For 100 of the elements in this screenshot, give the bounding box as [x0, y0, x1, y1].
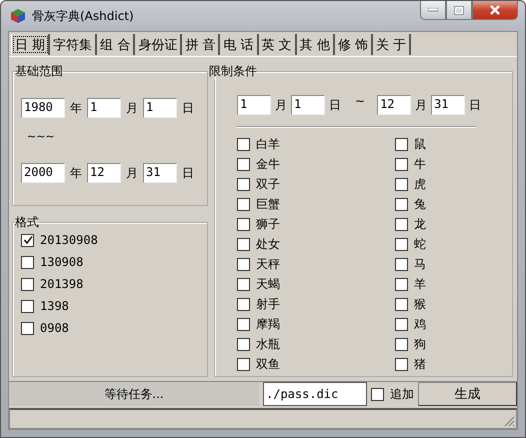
checkbox[interactable]	[395, 278, 408, 291]
checkbox-label: 20130908	[40, 233, 98, 247]
group-title: 格式	[15, 214, 39, 231]
checkbox-label: 巨蟹	[256, 196, 280, 213]
checkbox[interactable]	[237, 238, 250, 251]
minimize-icon	[428, 8, 438, 12]
checkbox[interactable]	[395, 318, 408, 331]
checkbox[interactable]	[395, 198, 408, 211]
checkbox-label: 鼠	[414, 136, 426, 153]
unit-label: 月	[126, 164, 138, 182]
file-path-field[interactable]: ./pass.dic	[263, 382, 367, 406]
cube-icon	[10, 8, 26, 24]
checkbox-label: 1398	[40, 299, 69, 313]
unit-label: 年	[70, 164, 82, 182]
tab[interactable]: 组 合	[97, 34, 136, 55]
checkbox-label: 猴	[414, 296, 426, 313]
input-field[interactable]: 31	[431, 95, 466, 115]
input-field[interactable]: 1	[143, 98, 177, 118]
checkbox-label: 马	[414, 256, 426, 273]
tab[interactable]: 字符集	[50, 34, 98, 55]
checkbox[interactable]	[395, 258, 408, 271]
unit-label: 年	[70, 100, 82, 116]
checkbox-label: 天秤	[256, 256, 280, 273]
checkbox[interactable]	[237, 158, 250, 171]
range-separator: ~~~	[27, 130, 56, 143]
unit-label: 月	[275, 96, 287, 114]
checkbox[interactable]	[237, 358, 250, 371]
checkbox[interactable]	[21, 278, 34, 290]
checkbox[interactable]	[21, 322, 34, 334]
generate-button[interactable]: 生成	[418, 382, 517, 406]
close-button[interactable]	[472, 1, 518, 20]
checkbox[interactable]	[237, 178, 250, 191]
checkbox[interactable]	[237, 218, 250, 231]
checkbox-label: 虎	[414, 176, 426, 193]
unit-label: 日	[182, 164, 194, 182]
checkbox-label: 牛	[414, 156, 426, 173]
input-field[interactable]: 1	[87, 98, 121, 118]
checkbox[interactable]	[395, 158, 408, 171]
input-field[interactable]: 12	[87, 163, 121, 183]
checkbox[interactable]	[395, 138, 408, 151]
tab[interactable]: 其 他	[296, 34, 335, 55]
checkbox-label: 水瓶	[256, 336, 280, 353]
checkbox[interactable]	[21, 300, 34, 312]
checkbox[interactable]	[395, 218, 408, 231]
checkbox[interactable]	[395, 238, 408, 251]
checkbox-label: 蛇	[414, 236, 426, 253]
unit-label: 日	[329, 96, 341, 114]
input-field[interactable]: 1	[291, 95, 325, 115]
minimize-button[interactable]	[420, 1, 446, 20]
checkbox-label: 0908	[40, 321, 69, 335]
checkbox-label: 双鱼	[256, 356, 280, 373]
checkbox-label: 狮子	[256, 216, 280, 233]
checkbox-label: 天蝎	[256, 276, 280, 293]
checkbox-label: 金牛	[256, 156, 280, 173]
checkbox-label: 射手	[256, 296, 280, 313]
input-field[interactable]: 1	[237, 95, 271, 115]
maximize-button[interactable]	[446, 1, 472, 20]
input-field[interactable]: 2000	[21, 163, 65, 183]
checkbox[interactable]	[395, 298, 408, 311]
checkbox-label: 兔	[414, 196, 426, 213]
checkbox[interactable]	[237, 138, 250, 151]
input-field[interactable]: 1980	[21, 98, 65, 118]
input-field[interactable]: 31	[143, 163, 177, 183]
group-title: 基础范围	[15, 63, 63, 80]
input-field[interactable]: 12	[377, 95, 412, 115]
checkbox-label: 双子	[256, 176, 280, 193]
checkbox-label: 龙	[414, 216, 426, 233]
checkbox-label: 201398	[40, 277, 84, 291]
checkbox[interactable]	[237, 278, 250, 291]
unit-label: 日	[182, 100, 194, 116]
unit-label: 月	[126, 100, 138, 116]
checkbox[interactable]	[237, 298, 250, 311]
checkbox-label: 130908	[40, 255, 84, 269]
checkbox-label: 处女	[256, 236, 280, 253]
checkbox[interactable]	[395, 338, 408, 351]
checkbox-label: 猪	[414, 356, 426, 373]
window-title: 骨灰字典(Ashdict)	[32, 8, 134, 24]
resize-grip-icon	[503, 415, 515, 427]
checkbox[interactable]	[21, 234, 34, 246]
checkbox[interactable]	[21, 256, 34, 268]
tab[interactable]: 英 文	[258, 34, 297, 55]
tab[interactable]: 日 期	[11, 34, 50, 55]
checkbox[interactable]	[395, 358, 408, 371]
checkbox[interactable]	[237, 318, 250, 331]
maximize-icon	[454, 6, 464, 14]
unit-label: 月	[415, 96, 428, 114]
checkbox[interactable]	[237, 198, 250, 211]
checkbox-label: 狗	[414, 336, 426, 353]
checkbox[interactable]	[237, 258, 250, 271]
checkbox[interactable]	[395, 178, 408, 191]
checkbox-label: 摩羯	[256, 316, 280, 333]
group-title: 限制条件	[209, 63, 257, 80]
checkbox-label: 白羊	[256, 136, 280, 153]
checkbox-label: 鸡	[414, 316, 426, 333]
range-separator: ~	[355, 94, 366, 108]
status-label: 等待任务...	[9, 382, 259, 406]
check-icon	[22, 235, 32, 245]
checkbox-label: 羊	[414, 276, 426, 293]
checkbox[interactable]	[237, 338, 250, 351]
checkbox[interactable]	[371, 388, 384, 400]
